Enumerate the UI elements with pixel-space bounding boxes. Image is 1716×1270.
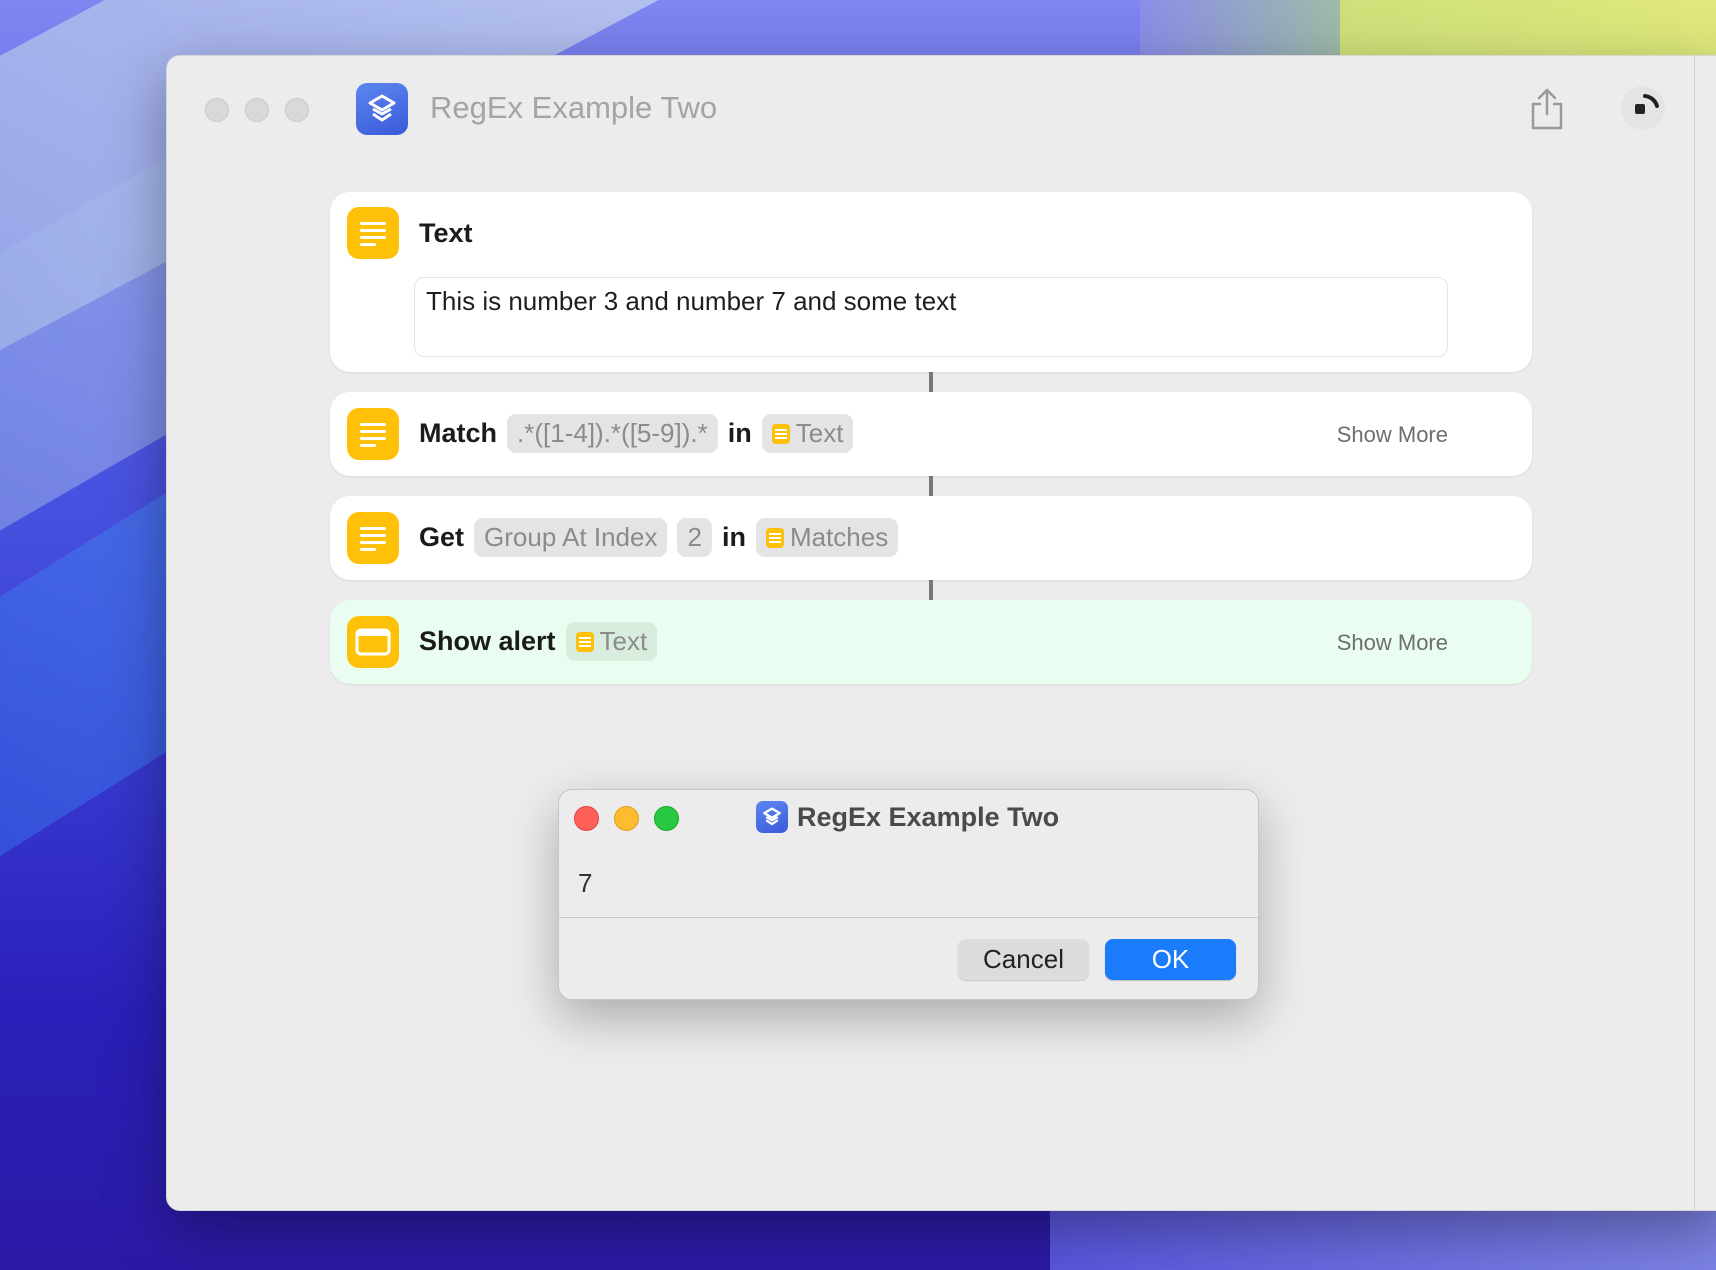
get-group-action-card[interactable]: Get Group At Index 2 in Matches — [330, 496, 1532, 580]
regex-pattern-token[interactable]: .*([1-4]).*([5-9]).* — [507, 414, 718, 453]
variable-label: Text — [795, 418, 844, 448]
in-label: in — [727, 418, 752, 448]
text-variable-icon — [575, 631, 594, 652]
action-connector — [929, 476, 933, 496]
action-keyword: Show alert — [419, 626, 556, 656]
minimize-button[interactable] — [245, 98, 269, 122]
close-button[interactable] — [574, 806, 599, 831]
dialog-message: 7 — [578, 868, 593, 898]
text-variable-token[interactable]: Text — [565, 622, 658, 661]
group-mode-token[interactable]: Group At Index — [474, 518, 668, 557]
action-keyword: Match — [419, 418, 498, 448]
text-variable-icon — [765, 527, 784, 548]
text-lines-icon — [347, 408, 399, 460]
dialog-title-bar: RegEx Example Two — [756, 801, 1059, 833]
show-more-button[interactable]: Show More — [1337, 422, 1448, 448]
window-title: RegEx Example Two — [430, 90, 718, 125]
window-alert-icon — [347, 616, 399, 668]
text-content-field[interactable]: This is number 3 and number 7 and some t… — [414, 277, 1448, 357]
window-divider — [1694, 56, 1695, 1210]
minimize-button[interactable] — [614, 806, 639, 831]
match-action-row: Match .*([1-4]).*([5-9]).* in Text — [419, 414, 854, 453]
variable-label: Text — [599, 626, 648, 656]
shortcuts-icon — [756, 801, 788, 833]
run-icon[interactable] — [1619, 84, 1667, 132]
window-controls-inactive — [205, 98, 309, 122]
share-icon[interactable] — [1527, 86, 1567, 132]
match-text-action-card[interactable]: Match .*([1-4]).*([5-9]).* in Text Show … — [330, 392, 1532, 476]
text-lines-icon — [347, 512, 399, 564]
ok-button[interactable]: OK — [1105, 939, 1236, 980]
text-action-header: Text — [419, 218, 473, 249]
text-variable-icon — [771, 423, 790, 444]
action-keyword: Get — [419, 522, 465, 552]
dialog-title: RegEx Example Two — [797, 801, 1060, 832]
zoom-button[interactable] — [285, 98, 309, 122]
action-connector — [929, 580, 933, 600]
get-action-row: Get Group At Index 2 in Matches — [419, 518, 899, 557]
show-more-button[interactable]: Show More — [1337, 630, 1448, 656]
group-index-token[interactable]: 2 — [677, 518, 712, 557]
matches-variable-token[interactable]: Matches — [755, 518, 899, 557]
shortcut-editor-window: RegEx Example Two Text This is number 3 … — [166, 55, 1716, 1211]
in-label: in — [721, 522, 746, 552]
zoom-button[interactable] — [654, 806, 679, 831]
variable-label: Matches — [789, 522, 889, 552]
text-variable-token[interactable]: Text — [761, 414, 854, 453]
action-connector — [929, 372, 933, 392]
alert-action-row: Show alert Text — [419, 622, 658, 661]
alert-dialog: RegEx Example Two 7 Cancel OK — [558, 789, 1259, 1000]
show-alert-action-card[interactable]: Show alert Text Show More — [330, 600, 1532, 684]
close-button[interactable] — [205, 98, 229, 122]
text-action-card[interactable]: Text This is number 3 and number 7 and s… — [330, 192, 1532, 372]
shortcuts-icon — [356, 83, 408, 135]
cancel-button[interactable]: Cancel — [958, 939, 1089, 980]
dialog-separator — [559, 917, 1258, 918]
dialog-window-controls — [574, 806, 679, 831]
text-lines-icon — [347, 207, 399, 259]
action-title: Text — [419, 218, 473, 248]
